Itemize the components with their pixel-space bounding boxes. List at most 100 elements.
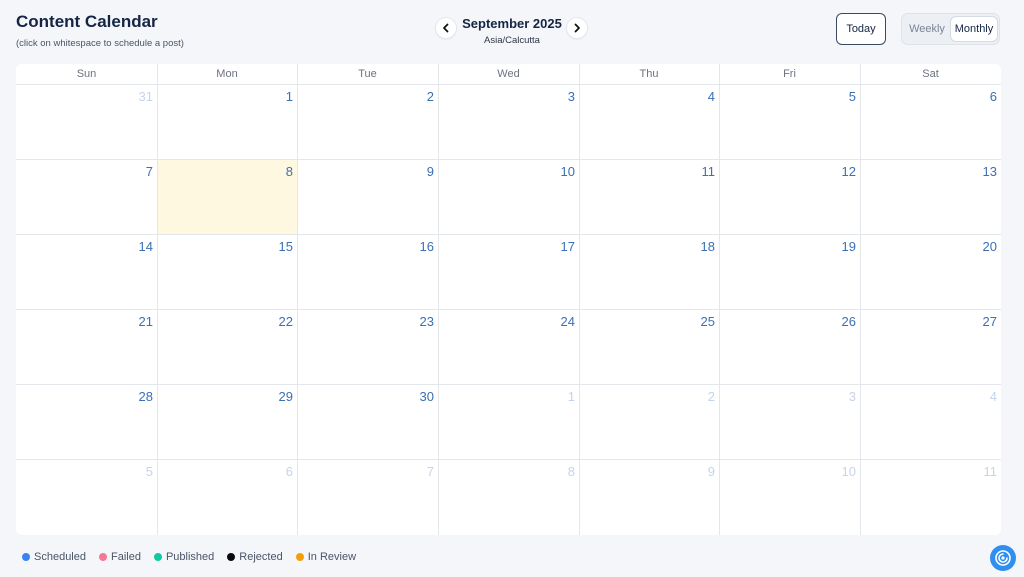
legend-item-rejected: Rejected bbox=[227, 551, 283, 563]
weekday-header-fri: Fri bbox=[783, 68, 796, 80]
weekday-header-thu: Thu bbox=[639, 68, 659, 80]
day-cell[interactable]: 2 bbox=[579, 385, 719, 459]
day-cell[interactable]: 5 bbox=[16, 460, 157, 535]
day-cell[interactable]: 9 bbox=[297, 160, 438, 234]
day-cell[interactable]: 10 bbox=[719, 460, 860, 535]
column-divider bbox=[157, 64, 158, 535]
day-cell[interactable]: 7 bbox=[16, 160, 157, 234]
day-cell[interactable]: 11 bbox=[579, 160, 719, 234]
day-number: 6 bbox=[989, 89, 997, 104]
day-cell[interactable]: 15 bbox=[157, 235, 297, 309]
day-number: 23 bbox=[419, 314, 434, 329]
day-number: 11 bbox=[701, 164, 716, 179]
day-cell[interactable]: 24 bbox=[438, 310, 579, 384]
day-cell[interactable]: 21 bbox=[16, 310, 157, 384]
next-month-button[interactable] bbox=[567, 18, 587, 38]
day-cell[interactable]: 17 bbox=[438, 235, 579, 309]
column-divider bbox=[719, 64, 720, 535]
weekday-header-tue: Tue bbox=[358, 68, 377, 80]
prev-month-button[interactable] bbox=[436, 18, 456, 38]
day-cell[interactable]: 30 bbox=[297, 385, 438, 459]
day-cell[interactable]: 20 bbox=[860, 235, 1001, 309]
day-cell[interactable]: 6 bbox=[157, 460, 297, 535]
day-cell[interactable]: 16 bbox=[297, 235, 438, 309]
day-number: 9 bbox=[426, 164, 434, 179]
day-cell[interactable]: 8 bbox=[438, 460, 579, 535]
day-number: 1 bbox=[285, 89, 293, 104]
day-number: 4 bbox=[707, 89, 715, 104]
day-cell[interactable]: 12 bbox=[719, 160, 860, 234]
week-row: 31 1 2 3 4 5 6 bbox=[16, 85, 1001, 160]
day-number: 19 bbox=[841, 239, 856, 254]
day-number: 4 bbox=[989, 389, 997, 404]
day-number: 13 bbox=[982, 164, 997, 179]
day-cell[interactable]: 2 bbox=[297, 85, 438, 159]
column-divider bbox=[297, 64, 298, 535]
day-cell[interactable]: 4 bbox=[860, 385, 1001, 459]
day-number: 3 bbox=[567, 89, 575, 104]
page-subtitle: (click on whitespace to schedule a post) bbox=[16, 38, 184, 49]
day-cell[interactable]: 25 bbox=[579, 310, 719, 384]
day-cell[interactable]: 6 bbox=[860, 85, 1001, 159]
day-cell-today[interactable]: 8 bbox=[157, 160, 297, 234]
day-number: 6 bbox=[285, 464, 293, 479]
status-dot-icon bbox=[22, 553, 30, 561]
day-cell[interactable]: 1 bbox=[438, 385, 579, 459]
day-number: 7 bbox=[145, 164, 153, 179]
page-title: Content Calendar bbox=[16, 12, 158, 31]
day-cell[interactable]: 23 bbox=[297, 310, 438, 384]
status-dot-icon bbox=[99, 553, 107, 561]
week-row: 7 8 9 10 11 12 13 bbox=[16, 160, 1001, 235]
assistant-spiral-icon bbox=[995, 550, 1011, 566]
column-divider bbox=[579, 64, 580, 535]
week-row: 5 6 7 8 9 10 11 bbox=[16, 460, 1001, 535]
day-cell[interactable]: 27 bbox=[860, 310, 1001, 384]
day-cell[interactable]: 11 bbox=[860, 460, 1001, 535]
day-cell[interactable]: 26 bbox=[719, 310, 860, 384]
day-number: 21 bbox=[138, 314, 153, 329]
calendar-header: Content Calendar (click on whitespace to… bbox=[0, 0, 1024, 60]
day-cell[interactable]: 3 bbox=[719, 385, 860, 459]
monthly-view-button[interactable]: Monthly bbox=[950, 16, 998, 42]
week-row: 28 29 30 1 2 3 4 bbox=[16, 385, 1001, 460]
day-number: 9 bbox=[707, 464, 715, 479]
day-number: 8 bbox=[567, 464, 575, 479]
today-button[interactable]: Today bbox=[836, 13, 886, 45]
day-cell[interactable]: 28 bbox=[16, 385, 157, 459]
day-number: 29 bbox=[278, 389, 293, 404]
chevron-left-icon bbox=[443, 23, 449, 33]
day-cell[interactable]: 22 bbox=[157, 310, 297, 384]
day-number: 18 bbox=[700, 239, 715, 254]
day-number: 1 bbox=[567, 389, 575, 404]
column-divider bbox=[860, 64, 861, 535]
day-cell[interactable]: 1 bbox=[157, 85, 297, 159]
day-cell[interactable]: 14 bbox=[16, 235, 157, 309]
legend-label: In Review bbox=[307, 551, 357, 563]
status-dot-icon bbox=[227, 553, 236, 561]
day-cell[interactable]: 13 bbox=[860, 160, 1001, 234]
day-cell[interactable]: 19 bbox=[719, 235, 860, 309]
day-cell[interactable]: 31 bbox=[16, 85, 157, 159]
day-number: 22 bbox=[278, 314, 293, 329]
current-month-label: September 2025 bbox=[462, 16, 562, 31]
day-number: 30 bbox=[419, 389, 434, 404]
view-toggle: Weekly Monthly bbox=[901, 13, 1000, 45]
day-number: 25 bbox=[700, 314, 715, 329]
day-cell[interactable]: 18 bbox=[579, 235, 719, 309]
legend-item-scheduled: Scheduled bbox=[22, 551, 86, 563]
legend-item-in-review: In Review bbox=[295, 551, 357, 563]
assistant-button[interactable] bbox=[990, 545, 1016, 571]
day-number: 2 bbox=[426, 89, 434, 104]
day-cell[interactable]: 4 bbox=[579, 85, 719, 159]
weekly-view-button[interactable]: Weekly bbox=[905, 16, 949, 42]
day-cell[interactable]: 7 bbox=[297, 460, 438, 535]
day-cell[interactable]: 3 bbox=[438, 85, 579, 159]
day-cell[interactable]: 5 bbox=[719, 85, 860, 159]
day-cell[interactable]: 29 bbox=[157, 385, 297, 459]
legend-label: Failed bbox=[111, 551, 141, 563]
day-cell[interactable]: 9 bbox=[579, 460, 719, 535]
day-number: 5 bbox=[145, 464, 153, 479]
day-number: 26 bbox=[841, 314, 856, 329]
day-cell[interactable]: 10 bbox=[438, 160, 579, 234]
week-row: 21 22 23 24 25 26 27 bbox=[16, 310, 1001, 385]
